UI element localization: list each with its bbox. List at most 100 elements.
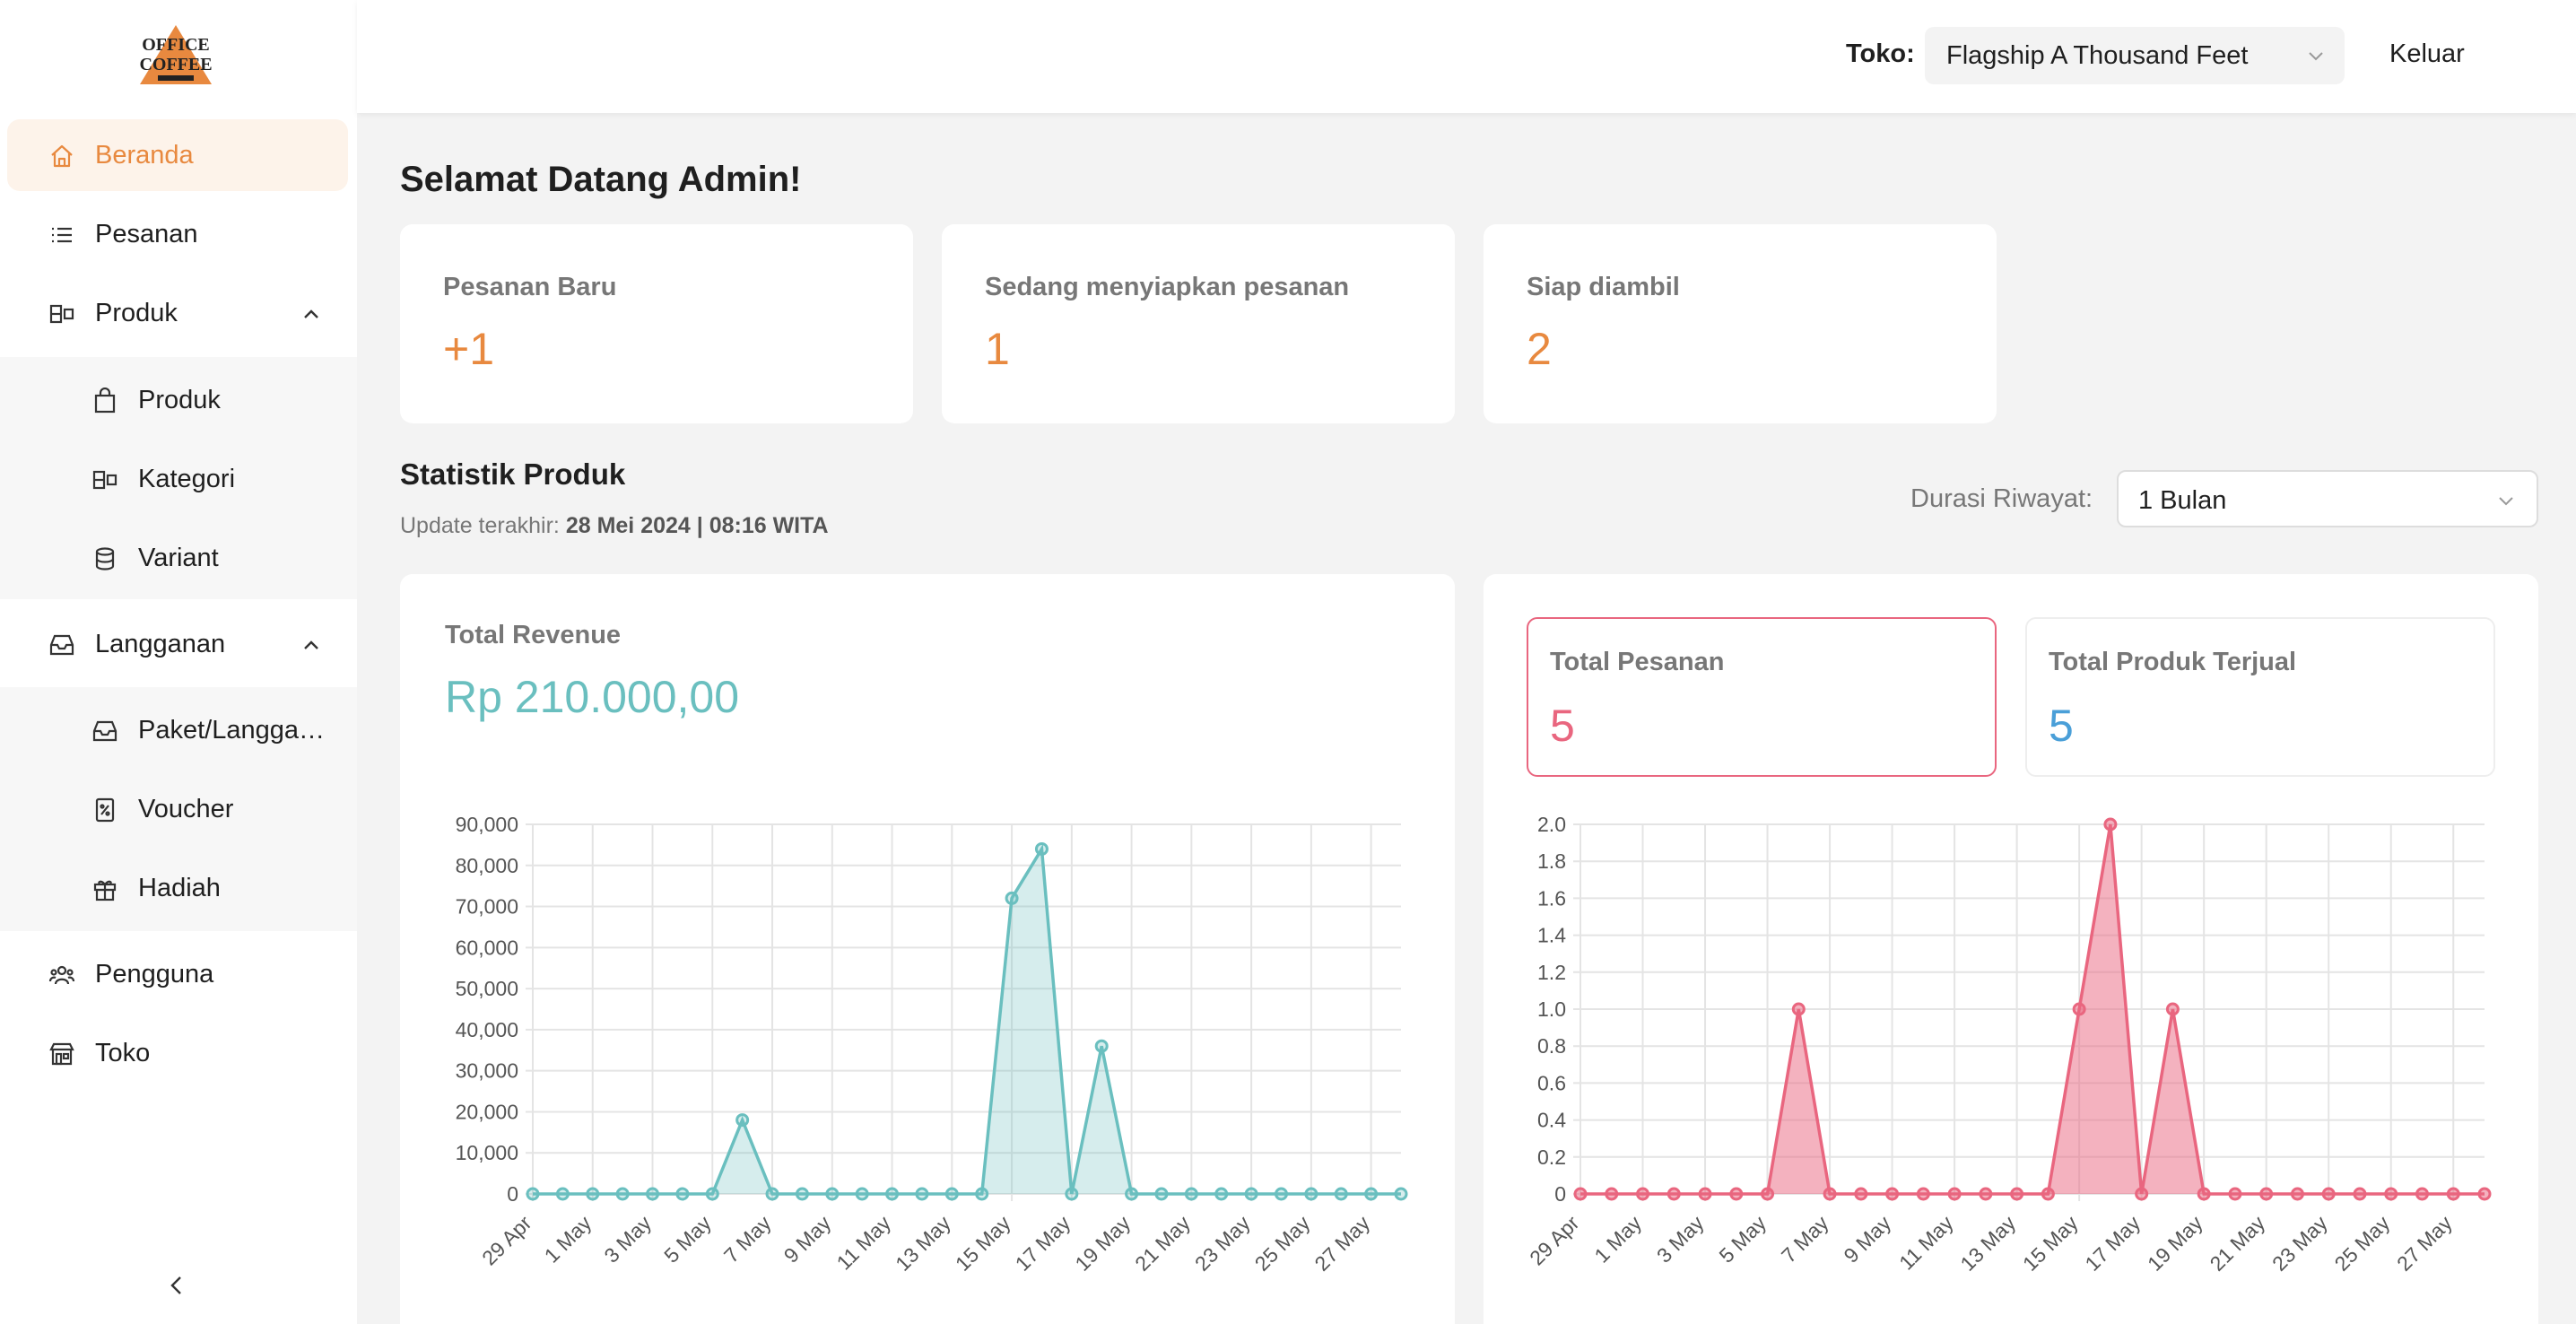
revenue-chart: 0 10,000 20,000 30,000 40,000 50,000 60,000 70,… [456, 813, 1408, 1276]
x-tick-label: 9 May [779, 1211, 836, 1267]
office-coffee-logo: OFFICE COFFEE [139, 25, 213, 84]
sidebar-subitem-kategori[interactable]: Kategori [0, 443, 357, 515]
sidebar-item-pesanan[interactable]: Pesanan [7, 198, 348, 270]
stat-title: Pesanan Baru [443, 273, 617, 301]
sidebar-item-label: Beranda [95, 141, 194, 170]
produk-submenu: Produk Kategori Variant [0, 357, 357, 599]
data-point [1854, 1187, 1868, 1201]
data-point [885, 1187, 900, 1201]
data-point [855, 1187, 869, 1201]
sidebar-item-produk[interactable]: Produk [7, 277, 348, 349]
data-point [675, 1187, 690, 1201]
category-icon [92, 470, 117, 490]
y-tick-label: 1.8 [1537, 849, 1566, 873]
data-point [2353, 1187, 2367, 1201]
sidebar: OFFICE COFFEE Beranda Pesanan Produk Pro… [0, 0, 357, 1324]
data-point [2041, 1187, 2055, 1201]
sidebar-subitem-produk[interactable]: Produk [0, 364, 357, 436]
data-point [2446, 1187, 2460, 1201]
store-select-value: Flagship A Thousand Feet [1946, 41, 2249, 70]
data-point [1065, 1187, 1079, 1201]
series-area [533, 849, 1401, 1194]
y-tick-label: 1.2 [1537, 961, 1566, 984]
x-tick-label: 13 May [1955, 1211, 2020, 1276]
data-point [2259, 1187, 2274, 1201]
y-tick-label: 20,000 [456, 1100, 518, 1123]
data-point [2010, 1187, 2024, 1201]
y-tick-label: 0.8 [1537, 1034, 1566, 1058]
x-tick-label: 7 May [719, 1211, 776, 1267]
data-point [1334, 1187, 1348, 1201]
stat-title: Siap diambil [1527, 273, 1680, 301]
logout-button[interactable]: Keluar [2389, 39, 2465, 69]
data-point [1034, 841, 1049, 856]
data-point [1394, 1187, 1408, 1201]
y-tick-label: 40,000 [456, 1018, 518, 1041]
data-point [1364, 1187, 1379, 1201]
sidebar-item-langganan[interactable]: Langganan [7, 608, 348, 680]
chevron-up-icon [304, 309, 318, 318]
page-title: Selamat Datang Admin! [400, 160, 802, 199]
data-point [975, 1187, 989, 1201]
x-tick-label: 29 Apr [1525, 1211, 1584, 1270]
stat-title: Sedang menyiapkan pesanan [985, 273, 1350, 301]
sidebar-subitem-paket[interactable]: Paket/Langganan [0, 694, 357, 766]
data-point [1573, 1187, 1588, 1201]
stat-value: 1 [985, 324, 1010, 374]
y-tick-label: 60,000 [456, 936, 518, 959]
data-point [1244, 1187, 1258, 1201]
data-point [1125, 1187, 1139, 1201]
stat-card-ready: Siap diambil 2 [1484, 224, 1997, 423]
revenue-panel: Total Revenue Rp 210.000,00 0 10,000 20,00… [400, 574, 1455, 1324]
sidebar-item-toko[interactable]: Toko [7, 1017, 348, 1089]
store-select[interactable]: Flagship A Thousand Feet [1925, 27, 2345, 84]
sidebar-item-beranda[interactable]: Beranda [7, 119, 348, 191]
sidebar-item-label: Hadiah [138, 874, 221, 902]
data-point [1605, 1187, 1619, 1201]
data-point [915, 1187, 929, 1201]
x-tick-label: 9 May [1839, 1211, 1895, 1267]
last-updated-label: Update terakhir: [400, 513, 560, 538]
x-tick-label: 15 May [2018, 1211, 2083, 1276]
y-tick-label: 0.6 [1537, 1071, 1566, 1094]
data-point [1729, 1187, 1744, 1201]
collapse-sidebar-icon[interactable] [165, 1272, 188, 1299]
stat-card-new-orders: Pesanan Baru +1 [400, 224, 913, 423]
data-point [944, 1187, 959, 1201]
data-point [795, 1187, 809, 1201]
data-point [825, 1187, 840, 1201]
sidebar-item-label: Langganan [95, 630, 226, 658]
y-tick-label: 2.0 [1537, 813, 1566, 836]
sidebar-subitem-voucher[interactable]: Voucher [0, 773, 357, 845]
data-point [1667, 1187, 1681, 1201]
x-tick-label: 1 May [540, 1211, 596, 1267]
data-point [2477, 1187, 2492, 1201]
y-tick-label: 0.4 [1537, 1109, 1566, 1132]
y-tick-label: 1.0 [1537, 997, 1566, 1021]
x-tick-label: 27 May [2392, 1211, 2457, 1276]
data-point [1885, 1187, 1900, 1201]
x-tick-label: 25 May [1250, 1211, 1315, 1276]
x-tick-label: 11 May [832, 1211, 896, 1275]
y-tick-label: 0 [1554, 1182, 1566, 1206]
data-point [765, 1187, 779, 1201]
data-point [1823, 1187, 1837, 1201]
duration-select[interactable]: 1 Bulan [2117, 470, 2538, 527]
x-tick-label: 19 May [2143, 1211, 2207, 1276]
sidebar-item-pengguna[interactable]: Pengguna [7, 938, 348, 1010]
y-tick-label: 50,000 [456, 977, 518, 1000]
orders-chart: 0 0.2 0.4 0.6 0.8 1.0 1.2 1.4 1.6 1.8 2.0 29 Apr 1 M… [1525, 813, 2492, 1276]
sidebar-subitem-variant[interactable]: Variant [0, 522, 357, 594]
shopping-bag-icon [94, 388, 116, 414]
sidebar-subitem-hadiah[interactable]: Hadiah [0, 852, 357, 924]
last-updated-value: 28 Mei 2024 | 08:16 WITA [565, 513, 829, 538]
x-tick-label: 21 May [1130, 1211, 1195, 1276]
data-point [1094, 1039, 1109, 1053]
data-point [1154, 1187, 1169, 1201]
data-point [1761, 1187, 1775, 1201]
y-tick-label: 10,000 [456, 1141, 518, 1164]
data-point [1005, 891, 1019, 905]
list-icon [52, 227, 72, 243]
x-tick-label: 13 May [891, 1211, 955, 1276]
data-point [1184, 1187, 1198, 1201]
